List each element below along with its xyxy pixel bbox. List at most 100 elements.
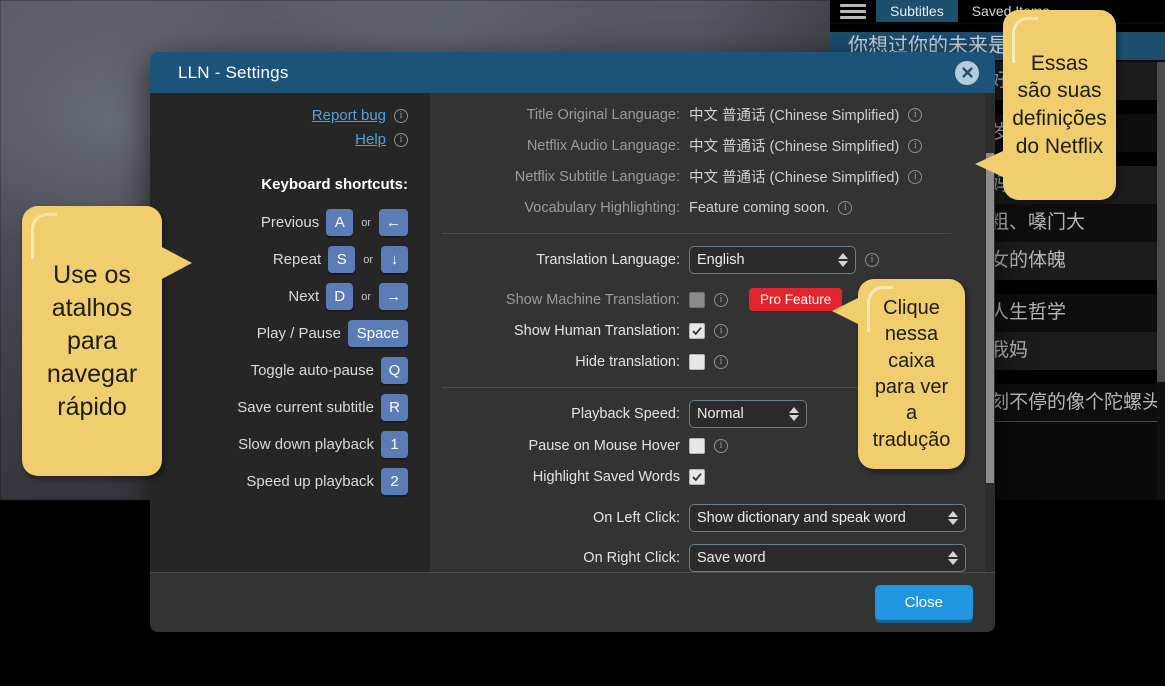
shortcut-row-next: Next D or → <box>150 283 408 310</box>
playback-speed-select[interactable]: Normal <box>689 400 807 428</box>
shortcut-row-speed-up: Speed up playback 2 <box>150 468 408 495</box>
dialog-footer: Close <box>150 572 995 632</box>
info-icon[interactable] <box>394 132 408 147</box>
shortcut-row-play-pause: Play / Pause Space <box>150 320 408 347</box>
report-bug-link[interactable]: Report bug <box>312 107 386 124</box>
info-icon[interactable] <box>394 108 408 123</box>
key-d[interactable]: D <box>326 283 354 310</box>
shortcut-label: Toggle auto-pause <box>250 362 374 379</box>
pause-on-mouse-hover-checkbox[interactable] <box>689 437 705 454</box>
on-right-click-select[interactable]: Save word <box>689 544 966 572</box>
setting-label: Vocabulary Highlighting: <box>524 199 680 216</box>
setting-on-left-click: On Left Click: Show dictionary and speak… <box>430 502 985 534</box>
info-icon[interactable] <box>714 438 728 453</box>
setting-label: Pause on Mouse Hover <box>528 437 680 454</box>
setting-label: Netflix Subtitle Language: <box>514 168 680 185</box>
setting-label: Hide translation: <box>575 353 680 370</box>
info-icon[interactable] <box>908 169 923 184</box>
setting-label: Show Human Translation: <box>513 322 680 339</box>
info-icon[interactable] <box>714 323 728 338</box>
setting-vocabulary-highlighting: Vocabulary Highlighting: Feature coming … <box>430 192 985 223</box>
callout-text: Use os atalhos para navegar rápido <box>46 260 138 421</box>
pro-feature-badge[interactable]: Pro Feature <box>749 288 843 311</box>
callout-translation-box: Clique nessa caixa para ver a tradução <box>832 279 965 469</box>
info-icon[interactable] <box>908 107 923 122</box>
or-label: or <box>361 290 371 303</box>
settings-scrollbar-thumb[interactable] <box>986 153 994 483</box>
shortcut-label: Speed up playback <box>246 473 374 490</box>
report-bug-row: Report bug <box>150 107 408 124</box>
key-space[interactable]: Space <box>348 320 408 347</box>
setting-translation-language: Translation Language: English <box>430 244 985 276</box>
help-link[interactable]: Help <box>355 131 386 148</box>
info-icon[interactable] <box>865 253 879 267</box>
or-label: or <box>361 216 371 229</box>
shortcut-label: Save current subtitle <box>237 399 374 416</box>
setting-netflix-audio-language: Netflix Audio Language: 中文 普通话 (Chinese … <box>430 130 985 161</box>
key-r[interactable]: R <box>381 394 408 421</box>
close-button[interactable]: Close <box>874 585 973 620</box>
shortcut-row-save-subtitle: Save current subtitle R <box>150 394 408 421</box>
setting-label: On Left Click: <box>592 510 680 526</box>
callout-text: Essas são suas definições do Netflix <box>1012 51 1107 158</box>
callout-text: Clique nessa caixa para ver a tradução <box>872 296 951 451</box>
sidebar-scrollbar-thumb[interactable] <box>1157 62 1165 382</box>
divider <box>442 233 951 234</box>
close-circle-icon[interactable] <box>955 60 979 85</box>
playback-speed-select-wrap: Normal <box>689 400 807 428</box>
show-human-translation-checkbox[interactable] <box>689 322 705 339</box>
on-right-click-select-wrap: Save word <box>689 544 966 572</box>
translation-language-select-wrap: English <box>689 246 856 274</box>
shortcuts-pane: Report bug Help Keyboard shortcuts: Prev… <box>150 93 430 572</box>
key-arrow-right[interactable]: → <box>379 283 408 310</box>
key-2[interactable]: 2 <box>381 468 408 495</box>
callout-shortcuts: Use os atalhos para navegar rápido <box>22 206 192 476</box>
setting-label: Netflix Audio Language: <box>526 137 680 154</box>
setting-value: 中文 普通话 (Chinese Simplified) <box>689 170 900 186</box>
setting-value: 中文 普通话 (Chinese Simplified) <box>689 139 900 155</box>
shortcut-row-slow-down: Slow down playback 1 <box>150 431 408 458</box>
tab-subtitles[interactable]: Subtitles <box>876 0 958 22</box>
shortcut-row-toggle-auto-pause: Toggle auto-pause Q <box>150 357 408 384</box>
setting-netflix-subtitle-language: Netflix Subtitle Language: 中文 普通话 (Chine… <box>430 161 985 192</box>
setting-title-original-language: Title Original Language: 中文 普通话 (Chinese… <box>430 99 985 130</box>
lln-tabbar: Subtitles Saved Items <box>830 0 1165 22</box>
setting-label: Show Machine Translation: <box>505 291 680 308</box>
shortcut-label: Slow down playback <box>238 436 374 453</box>
highlight-saved-words-checkbox[interactable] <box>689 468 705 485</box>
info-icon[interactable] <box>714 354 728 369</box>
on-left-click-select[interactable]: Show dictionary and speak word <box>689 504 966 532</box>
help-links: Report bug Help <box>150 107 408 148</box>
key-arrow-left[interactable]: ← <box>379 209 408 236</box>
setting-label: Highlight Saved Words <box>532 468 680 485</box>
key-1[interactable]: 1 <box>381 431 408 458</box>
key-q[interactable]: Q <box>381 357 408 384</box>
callout-netflix-settings: Essas são suas definições do Netflix <box>975 10 1116 200</box>
shortcut-row-previous: Previous A or ← <box>150 209 408 236</box>
setting-label: On Right Click: <box>583 550 680 566</box>
setting-label: Translation Language: <box>536 252 680 268</box>
show-machine-translation-checkbox[interactable] <box>689 291 705 308</box>
translation-language-select[interactable]: English <box>689 246 856 274</box>
setting-on-right-click: On Right Click: Save word <box>430 542 985 572</box>
info-icon[interactable] <box>714 292 728 307</box>
setting-value: 中文 普通话 (Chinese Simplified) <box>689 108 900 124</box>
hamburger-icon[interactable] <box>830 3 876 19</box>
on-left-click-select-wrap: Show dictionary and speak word <box>689 504 966 532</box>
key-a[interactable]: A <box>326 209 354 236</box>
hide-translation-checkbox[interactable] <box>689 353 705 370</box>
key-arrow-down[interactable]: ↓ <box>381 246 408 273</box>
info-icon[interactable] <box>838 200 853 215</box>
dialog-titlebar: LLN - Settings <box>150 52 995 93</box>
info-icon[interactable] <box>908 138 923 153</box>
help-row: Help <box>150 131 408 148</box>
check-icon <box>692 472 702 481</box>
sidebar-scrollbar[interactable] <box>1157 62 1165 500</box>
shortcut-label: Play / Pause <box>256 325 341 342</box>
screen: Subtitles Saved Items 你想过你的未来是什么事吗 想成为一个… <box>0 0 1165 686</box>
check-icon <box>692 326 702 335</box>
setting-value: Feature coming soon. <box>689 199 830 216</box>
dialog-title: LLN - Settings <box>178 62 289 82</box>
or-label: or <box>363 253 373 266</box>
key-s[interactable]: S <box>328 246 356 273</box>
